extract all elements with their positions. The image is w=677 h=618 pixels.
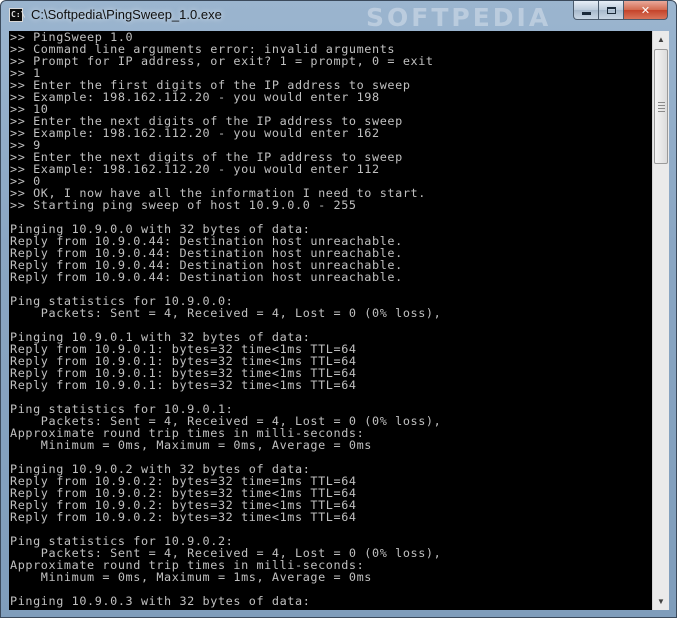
maximize-icon	[606, 6, 616, 14]
console-line: Reply from 10.9.0.1: bytes=32 time<1ms T…	[10, 378, 357, 392]
maximize-button[interactable]	[599, 1, 624, 20]
console-line: Minimum = 0ms, Maximum = 0ms, Average = …	[10, 438, 373, 452]
watermark: SOFTPEDIA	[366, 3, 552, 32]
close-button[interactable]: ✕	[624, 1, 668, 20]
grip-line-icon	[658, 111, 665, 112]
minimize-icon	[581, 11, 591, 15]
console-lines: >> PingSweep 1.0 >> Command line argument…	[9, 31, 652, 607]
console-line: Reply from 10.9.0.44: Destination host u…	[10, 270, 403, 284]
minimize-button[interactable]	[573, 1, 599, 20]
close-icon: ✕	[640, 3, 651, 17]
console-app-icon[interactable]: C:\	[9, 8, 25, 22]
console-line: >> Example: 198.162.112.20 - you would e…	[10, 162, 380, 176]
console-line: >> Prompt for IP address, or exit? 1 = p…	[10, 54, 434, 68]
console-line: >> Example: 198.162.112.20 - you would e…	[10, 126, 380, 140]
caption-buttons: ✕	[573, 1, 668, 21]
console-output[interactable]: >> PingSweep 1.0 >> Command line argument…	[9, 31, 652, 610]
grip-line-icon	[658, 102, 665, 103]
grip-line-icon	[658, 105, 665, 106]
scroll-up-arrow-icon: ▲	[657, 35, 665, 44]
console-line: Minimum = 0ms, Maximum = 1ms, Average = …	[10, 570, 373, 584]
console-line: >> Example: 198.162.112.20 - you would e…	[10, 90, 380, 104]
grip-line-icon	[658, 108, 665, 109]
console-line: Packets: Sent = 4, Received = 4, Lost = …	[10, 306, 442, 320]
vertical-scrollbar[interactable]: ▲ ▼	[652, 31, 669, 610]
scroll-down-arrow-icon: ▼	[657, 597, 665, 606]
title-bar[interactable]: C:\ C:\Softpedia\PingSweep_1.0.exe SOFTP…	[1, 1, 676, 32]
console-line: Pinging 10.9.0.3 with 32 bytes of data:	[10, 594, 311, 608]
window-title: C:\Softpedia\PingSweep_1.0.exe	[31, 7, 222, 22]
console-window: C:\ C:\Softpedia\PingSweep_1.0.exe SOFTP…	[0, 0, 677, 618]
console-line: Reply from 10.9.0.2: bytes=32 time<1ms T…	[10, 510, 357, 524]
scrollbar-thumb[interactable]	[654, 49, 668, 164]
scroll-up-button[interactable]: ▲	[653, 31, 669, 48]
console-line: >> Starting ping sweep of host 10.9.0.0 …	[10, 198, 357, 212]
scroll-down-button[interactable]: ▼	[653, 593, 669, 610]
